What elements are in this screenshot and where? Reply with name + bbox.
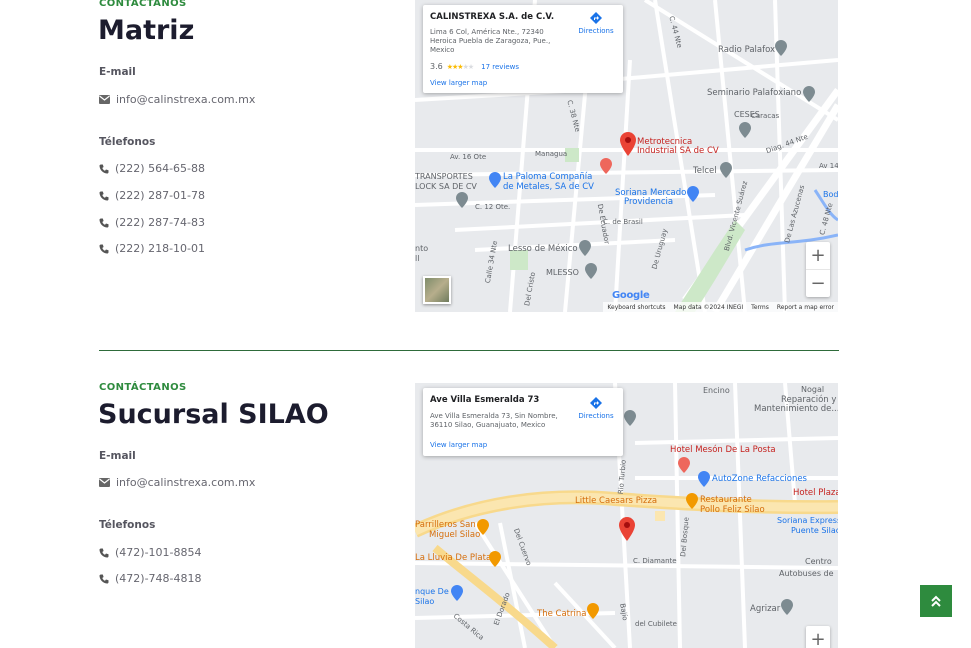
map-label: Mantenimiento de... (754, 404, 838, 414)
map-zoom-controls: + (806, 626, 830, 648)
section-eyebrow: CONTÁCTANOS (99, 382, 187, 393)
map-label: nque De (415, 587, 449, 596)
map-label: AutoZone Refacciones (712, 474, 807, 484)
map-label: Hotel Plaza (793, 488, 838, 498)
poi-marker-icon (678, 457, 690, 473)
map-label: Nogal (801, 385, 825, 394)
map-label: La Lluvia De Plata (415, 553, 492, 563)
directions-label: Directions (578, 412, 614, 420)
email-link[interactable]: info@calinstrexa.com.mx (116, 476, 255, 489)
place-name: Ave Villa Esmeralda 73 (430, 395, 540, 405)
map-label: Parrilleros San (415, 520, 476, 530)
email-line[interactable]: info@calinstrexa.com.mx (99, 476, 255, 489)
map-label: Pollo Feliz Silao (700, 505, 765, 515)
map-label: Centro (805, 557, 832, 566)
map-label: The Catrina (537, 609, 587, 619)
map-label: Restaurante (700, 495, 752, 505)
map-label: Silao (415, 597, 435, 606)
poi-marker-icon (624, 410, 636, 426)
directions-button[interactable]: Directions (573, 396, 619, 420)
place-address-line: 36110 Silao, Guanajuato, Mexico (430, 421, 546, 429)
section-title: Sucursal SILAO (98, 399, 329, 430)
poi-marker-icon (451, 585, 463, 601)
phone-number[interactable]: (472)-748-4818 (115, 572, 202, 585)
poi-marker-icon (686, 493, 698, 509)
phone-number[interactable]: (472)-101-8854 (115, 546, 202, 559)
map-label: Miguel Silao (429, 530, 481, 540)
poi-marker-icon (587, 603, 599, 619)
view-larger-map-link[interactable]: View larger map (430, 441, 487, 449)
poi-marker-icon (781, 599, 793, 615)
poi-marker-icon (698, 471, 710, 487)
double-chevron-up-icon (931, 595, 941, 607)
map-label: del Cubilete (635, 620, 677, 628)
map-label: C. Diamante (633, 557, 677, 565)
map-embed[interactable]: Encino Nogal Reparación y Mantenimiento … (415, 383, 838, 648)
place-address-line: Ave Villa Esmeralda 73, Sin Nombre, (430, 412, 558, 420)
map-info-card: Ave Villa Esmeralda 73 Ave Villa Esmeral… (423, 388, 623, 456)
phone-icon (99, 574, 109, 584)
phone-line[interactable]: (472)-101-8854 (99, 546, 202, 559)
poi-marker-icon (489, 551, 501, 567)
map-label: Puente Silao (791, 526, 838, 535)
back-to-top-button[interactable] (920, 585, 952, 617)
map-label: Soriana Express (777, 516, 838, 525)
location-pin-icon[interactable] (619, 517, 635, 541)
email-label: E-mail (99, 450, 136, 462)
phone-line[interactable]: (472)-748-4818 (99, 572, 202, 585)
map-label: Hotel Mesón De La Posta (670, 445, 776, 455)
map-label: Little Caesars Pizza (575, 496, 658, 506)
map-label: Encino (703, 386, 730, 395)
zoom-in-button[interactable]: + (806, 626, 830, 648)
map-label: Agrizar (750, 604, 781, 614)
directions-icon (590, 397, 602, 409)
phones-label: Télefonos (99, 519, 156, 531)
section-silao: CONTÁCTANOS Sucursal SILAO E-mail info@c… (0, 0, 971, 648)
poi-marker-icon (477, 519, 489, 535)
map-label: Autobuses de (779, 569, 834, 578)
envelope-icon (99, 478, 110, 487)
phone-icon (99, 548, 109, 558)
